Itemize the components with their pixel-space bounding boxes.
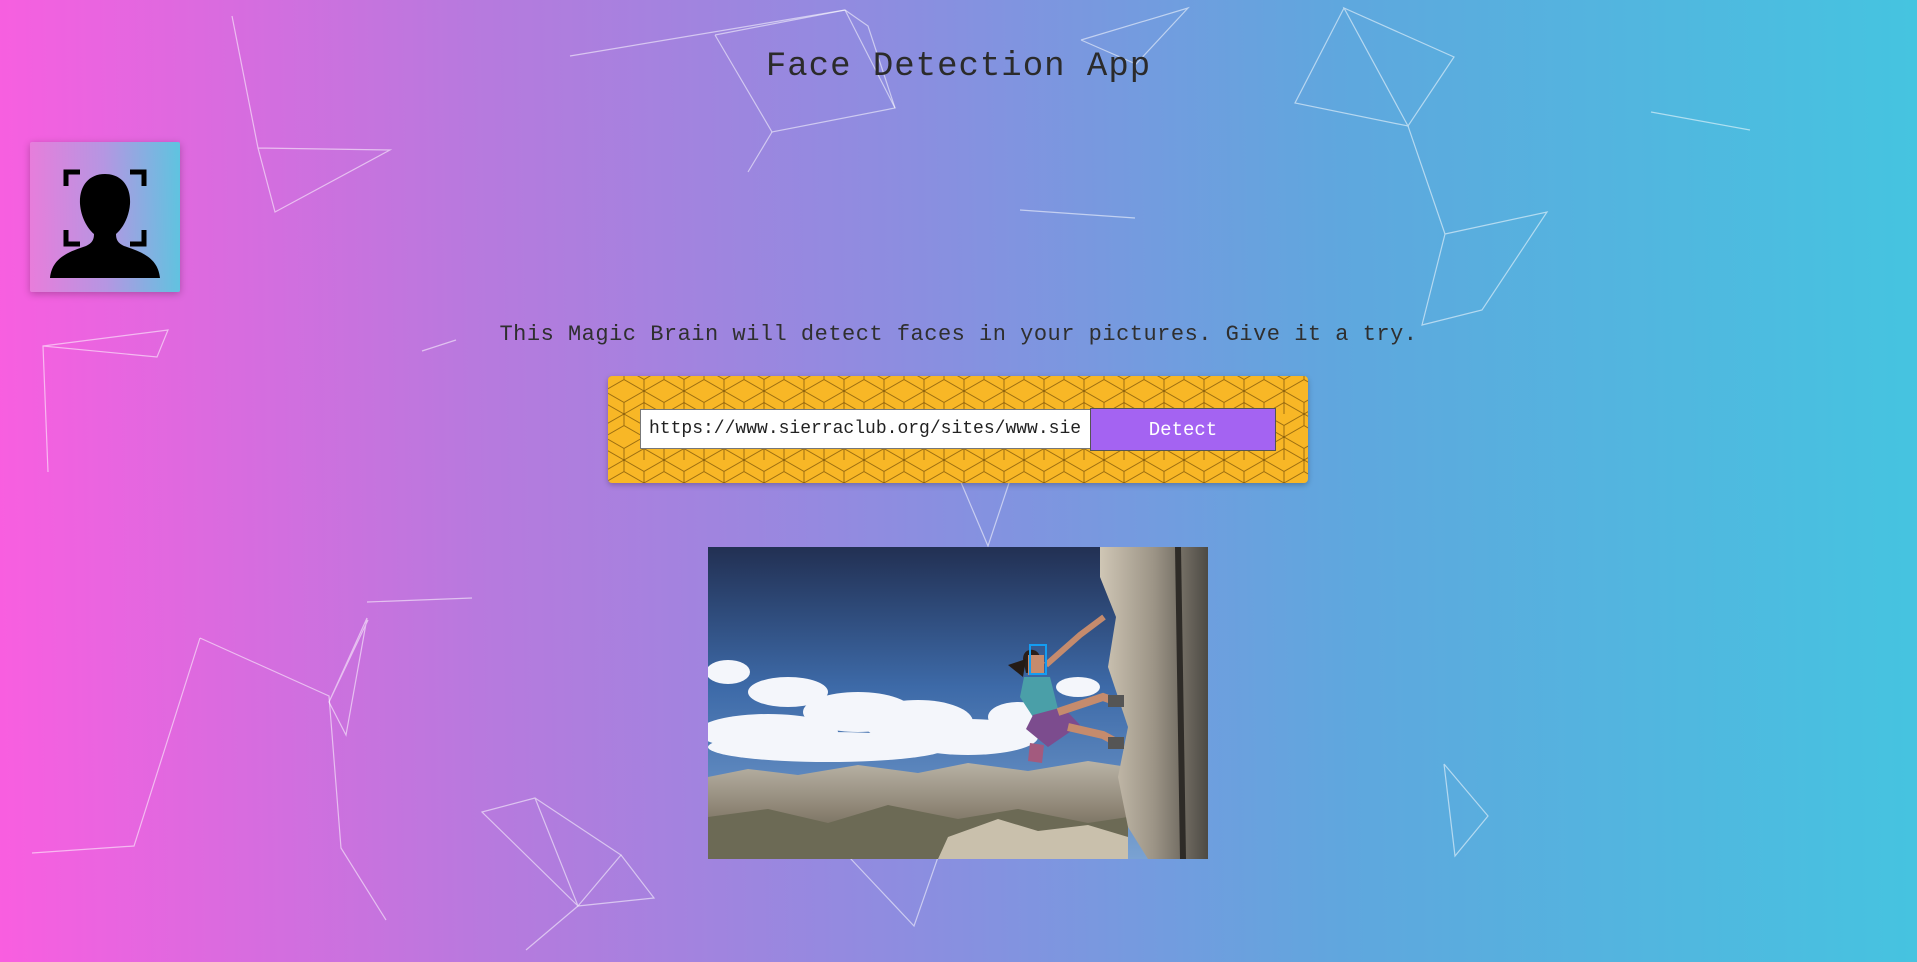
face-bounding-box (1029, 644, 1047, 675)
rock-climber-photo (708, 547, 1208, 859)
detect-button[interactable]: Detect (1090, 408, 1276, 451)
face-detect-icon (50, 169, 160, 278)
page-title: Face Detection App (765, 48, 1152, 86)
intro-text: This Magic Brain will detect faces in yo… (499, 322, 1418, 347)
result-image (708, 547, 1208, 859)
image-url-form: Detect (608, 376, 1308, 483)
image-url-input[interactable] (640, 409, 1092, 449)
app-logo[interactable] (30, 142, 180, 292)
